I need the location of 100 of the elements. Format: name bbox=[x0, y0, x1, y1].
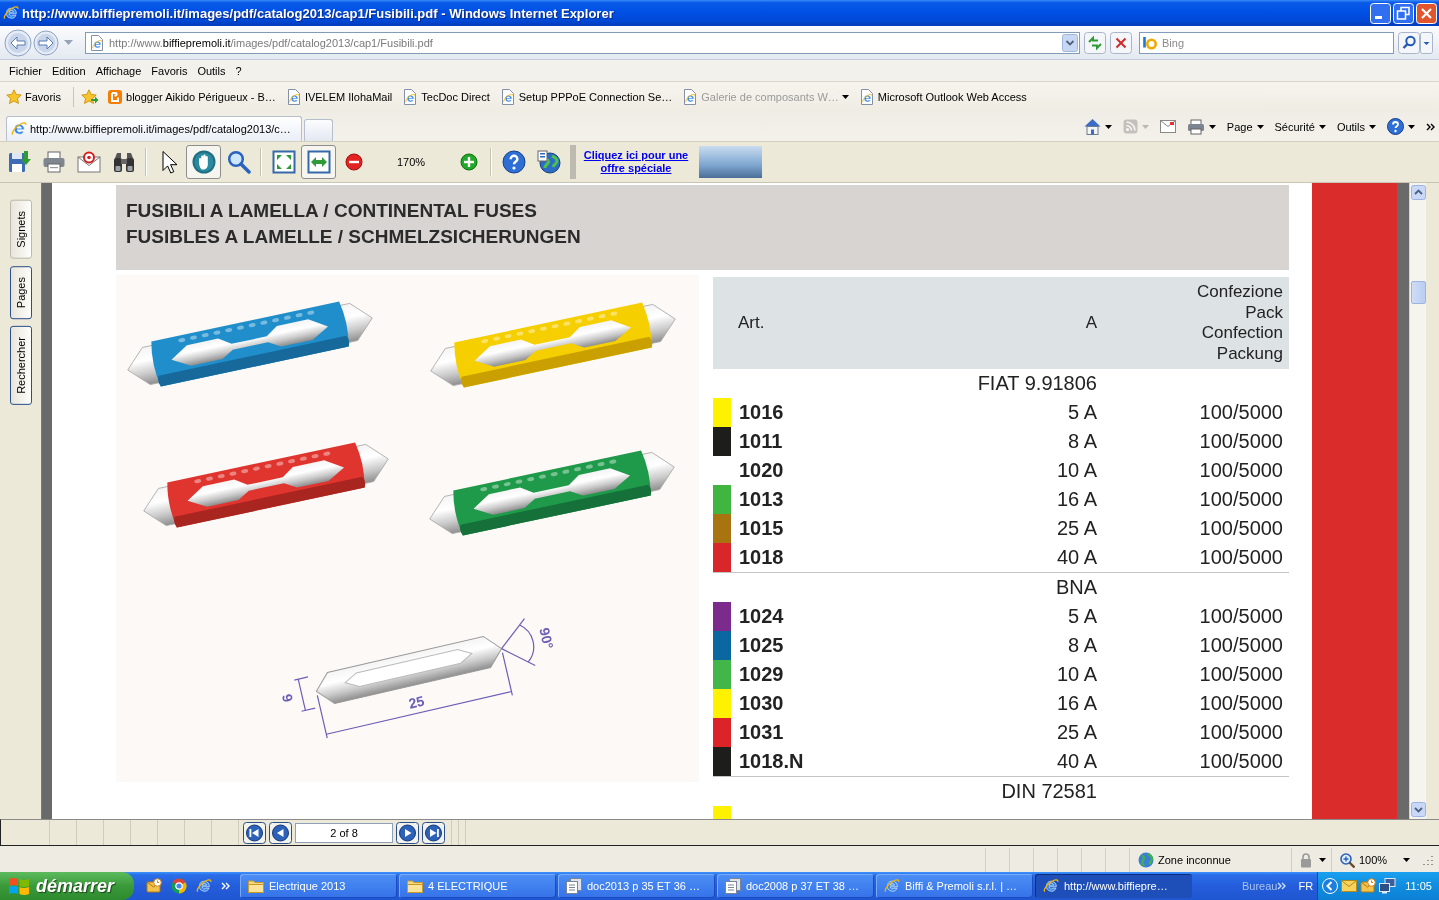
caret-icon bbox=[1408, 124, 1415, 129]
envelope-icon bbox=[1159, 120, 1176, 133]
first-page-button[interactable] bbox=[243, 821, 266, 844]
search-button[interactable] bbox=[1398, 31, 1420, 54]
folder-icon bbox=[407, 879, 423, 893]
folder-icon bbox=[248, 879, 264, 893]
command-menu[interactable]: Outils bbox=[1336, 120, 1376, 133]
search-field[interactable]: Bing bbox=[1139, 31, 1394, 54]
table-cell-text: 1029 bbox=[738, 663, 785, 686]
address-dropdown-button[interactable] bbox=[1062, 33, 1078, 52]
close-button[interactable] bbox=[1416, 2, 1437, 24]
plus-circle-icon bbox=[459, 153, 478, 171]
chevron-icon[interactable] bbox=[1426, 122, 1435, 131]
binoculars-icon bbox=[111, 150, 136, 174]
refresh-button[interactable] bbox=[1084, 31, 1106, 54]
favorites-link[interactable]: Microsoft Outlook Web Access bbox=[858, 89, 1027, 105]
menu-item[interactable]: ? bbox=[230, 61, 247, 80]
menu-item[interactable]: Affichage bbox=[90, 61, 147, 80]
scroll-up-button[interactable] bbox=[1410, 185, 1426, 200]
promo-link[interactable]: Cliquez ici pour une offre spéciale bbox=[580, 149, 692, 175]
start-button[interactable]: démarrer bbox=[0, 872, 134, 900]
e-logo-icon bbox=[3, 5, 19, 21]
taskbar-button[interactable]: Biffi & Premoli s.r.l. | … bbox=[876, 874, 1033, 898]
group-heading: DIN 72581 bbox=[1001, 780, 1097, 803]
zoom-level: 170% bbox=[395, 156, 427, 168]
house-icon bbox=[1083, 118, 1101, 135]
envelope-clock-icon[interactable] bbox=[146, 878, 162, 894]
zoom-button[interactable]: 100% bbox=[1340, 852, 1411, 868]
globe-document-icon bbox=[536, 150, 561, 174]
restore-button[interactable] bbox=[1393, 2, 1414, 24]
document-icon bbox=[566, 878, 582, 894]
table-cell-text: 16 A bbox=[1055, 692, 1097, 715]
scrollbar-thumb[interactable] bbox=[1410, 281, 1426, 304]
taskbar-button[interactable]: http://www.biffiepre… bbox=[1035, 874, 1192, 898]
menu-item[interactable]: Edition bbox=[47, 61, 91, 80]
back-button[interactable] bbox=[4, 28, 32, 57]
search-options-button[interactable] bbox=[1420, 31, 1433, 54]
fit-width-icon bbox=[306, 150, 331, 174]
help-icon bbox=[501, 150, 526, 174]
add-favorite-button[interactable] bbox=[81, 89, 100, 105]
command-menu[interactable]: Sécurité bbox=[1274, 120, 1326, 133]
minus-circle-icon bbox=[344, 153, 363, 171]
help-button[interactable] bbox=[1387, 118, 1415, 135]
printer-icon bbox=[41, 150, 66, 174]
command-menu[interactable]: Page bbox=[1226, 120, 1264, 133]
table-cell-text: 100/5000 bbox=[1198, 750, 1284, 773]
minimize-button[interactable] bbox=[1370, 2, 1391, 24]
print-button[interactable] bbox=[1186, 118, 1216, 135]
taskbar-button[interactable]: 4 ELECTRIQUE bbox=[399, 874, 556, 898]
table-cell-text: 8 A bbox=[1067, 634, 1097, 657]
side-tab[interactable]: Signets bbox=[9, 200, 32, 259]
browser-tab[interactable]: http://www.biffiepremoli.it/images/pdf/catalog2013/c… bbox=[6, 116, 302, 141]
favorites-link[interactable]: Setup PPPoE Connection Se… bbox=[499, 89, 673, 105]
fit-width-button[interactable] bbox=[301, 145, 336, 179]
taskbar-button[interactable]: doc2013 p 35 ET 36 … bbox=[558, 874, 715, 898]
column-header: Confezione Pack Confection Packung bbox=[1197, 282, 1283, 364]
stop-button[interactable] bbox=[1110, 31, 1132, 54]
zoom-magnifier-icon bbox=[1340, 852, 1355, 868]
e-logo-icon[interactable] bbox=[196, 878, 212, 894]
envelope-clock-icon[interactable] bbox=[1360, 878, 1377, 894]
window-title: http://www.biffiepremoli.it/images/pdf/catalog2013/cap1/Fusibili.pdf - Windows Internet Explorer bbox=[22, 5, 615, 21]
next-page-button[interactable] bbox=[396, 821, 419, 844]
favorites-link[interactable]: TecDoc Direct bbox=[402, 89, 490, 105]
caret-icon bbox=[1403, 858, 1411, 862]
network-icon[interactable] bbox=[1379, 878, 1397, 894]
last-page-button[interactable] bbox=[422, 821, 445, 844]
table-cell-text: 100/5000 bbox=[1198, 663, 1284, 686]
printer-icon bbox=[1186, 118, 1205, 135]
page-field[interactable]: 2 of 8 bbox=[295, 822, 393, 843]
favorites-link[interactable]: IVELEM IlohaMail bbox=[285, 89, 393, 105]
envelope-at-icon bbox=[76, 150, 101, 174]
home-button[interactable] bbox=[1083, 118, 1112, 135]
forward-button[interactable] bbox=[33, 29, 59, 56]
chevron-circle-icon[interactable] bbox=[1322, 878, 1339, 894]
menu-item[interactable]: Fichier bbox=[4, 61, 47, 80]
table-cell-text: 100/5000 bbox=[1198, 430, 1284, 453]
help-icon bbox=[1387, 118, 1404, 135]
feed-icon bbox=[1122, 119, 1138, 134]
tricolor-circle-icon[interactable] bbox=[171, 878, 187, 894]
scroll-down-button[interactable] bbox=[1410, 802, 1426, 817]
taskbar-button[interactable]: Electrique 2013 bbox=[240, 874, 397, 898]
taskbar-button[interactable]: doc2008 p 37 ET 38 … bbox=[717, 874, 874, 898]
table-cell-text: 40 A bbox=[1055, 750, 1097, 773]
table-cell-text: 8 A bbox=[1067, 430, 1097, 453]
table-cell-text: 100/5000 bbox=[1198, 692, 1284, 715]
side-tab[interactable]: Pages bbox=[9, 265, 32, 319]
favorites-link[interactable]: blogger Aikido Périgueux - B… bbox=[107, 89, 276, 105]
favorites-button[interactable]: Favoris bbox=[6, 89, 62, 105]
language-indicator[interactable]: FR bbox=[1298, 880, 1314, 892]
read-mail-button[interactable] bbox=[1159, 120, 1176, 133]
side-tab[interactable]: Rechercher bbox=[9, 325, 32, 405]
previous-page-button[interactable] bbox=[269, 821, 292, 844]
table-cell-text: 100/5000 bbox=[1198, 459, 1284, 482]
hand-tool-button[interactable] bbox=[186, 145, 221, 179]
table-cell-text: 10 A bbox=[1055, 459, 1097, 482]
dimension-label: 25 bbox=[407, 692, 426, 712]
table-cell-text: 25 A bbox=[1055, 721, 1097, 744]
menu-item[interactable]: Outils bbox=[192, 61, 231, 80]
menu-item[interactable]: Favoris bbox=[146, 61, 193, 80]
address-field[interactable]: http://www.biffiepremoli.it/images/pdf/catalog2013/cap1/Fusibili.pdf bbox=[85, 31, 1080, 54]
